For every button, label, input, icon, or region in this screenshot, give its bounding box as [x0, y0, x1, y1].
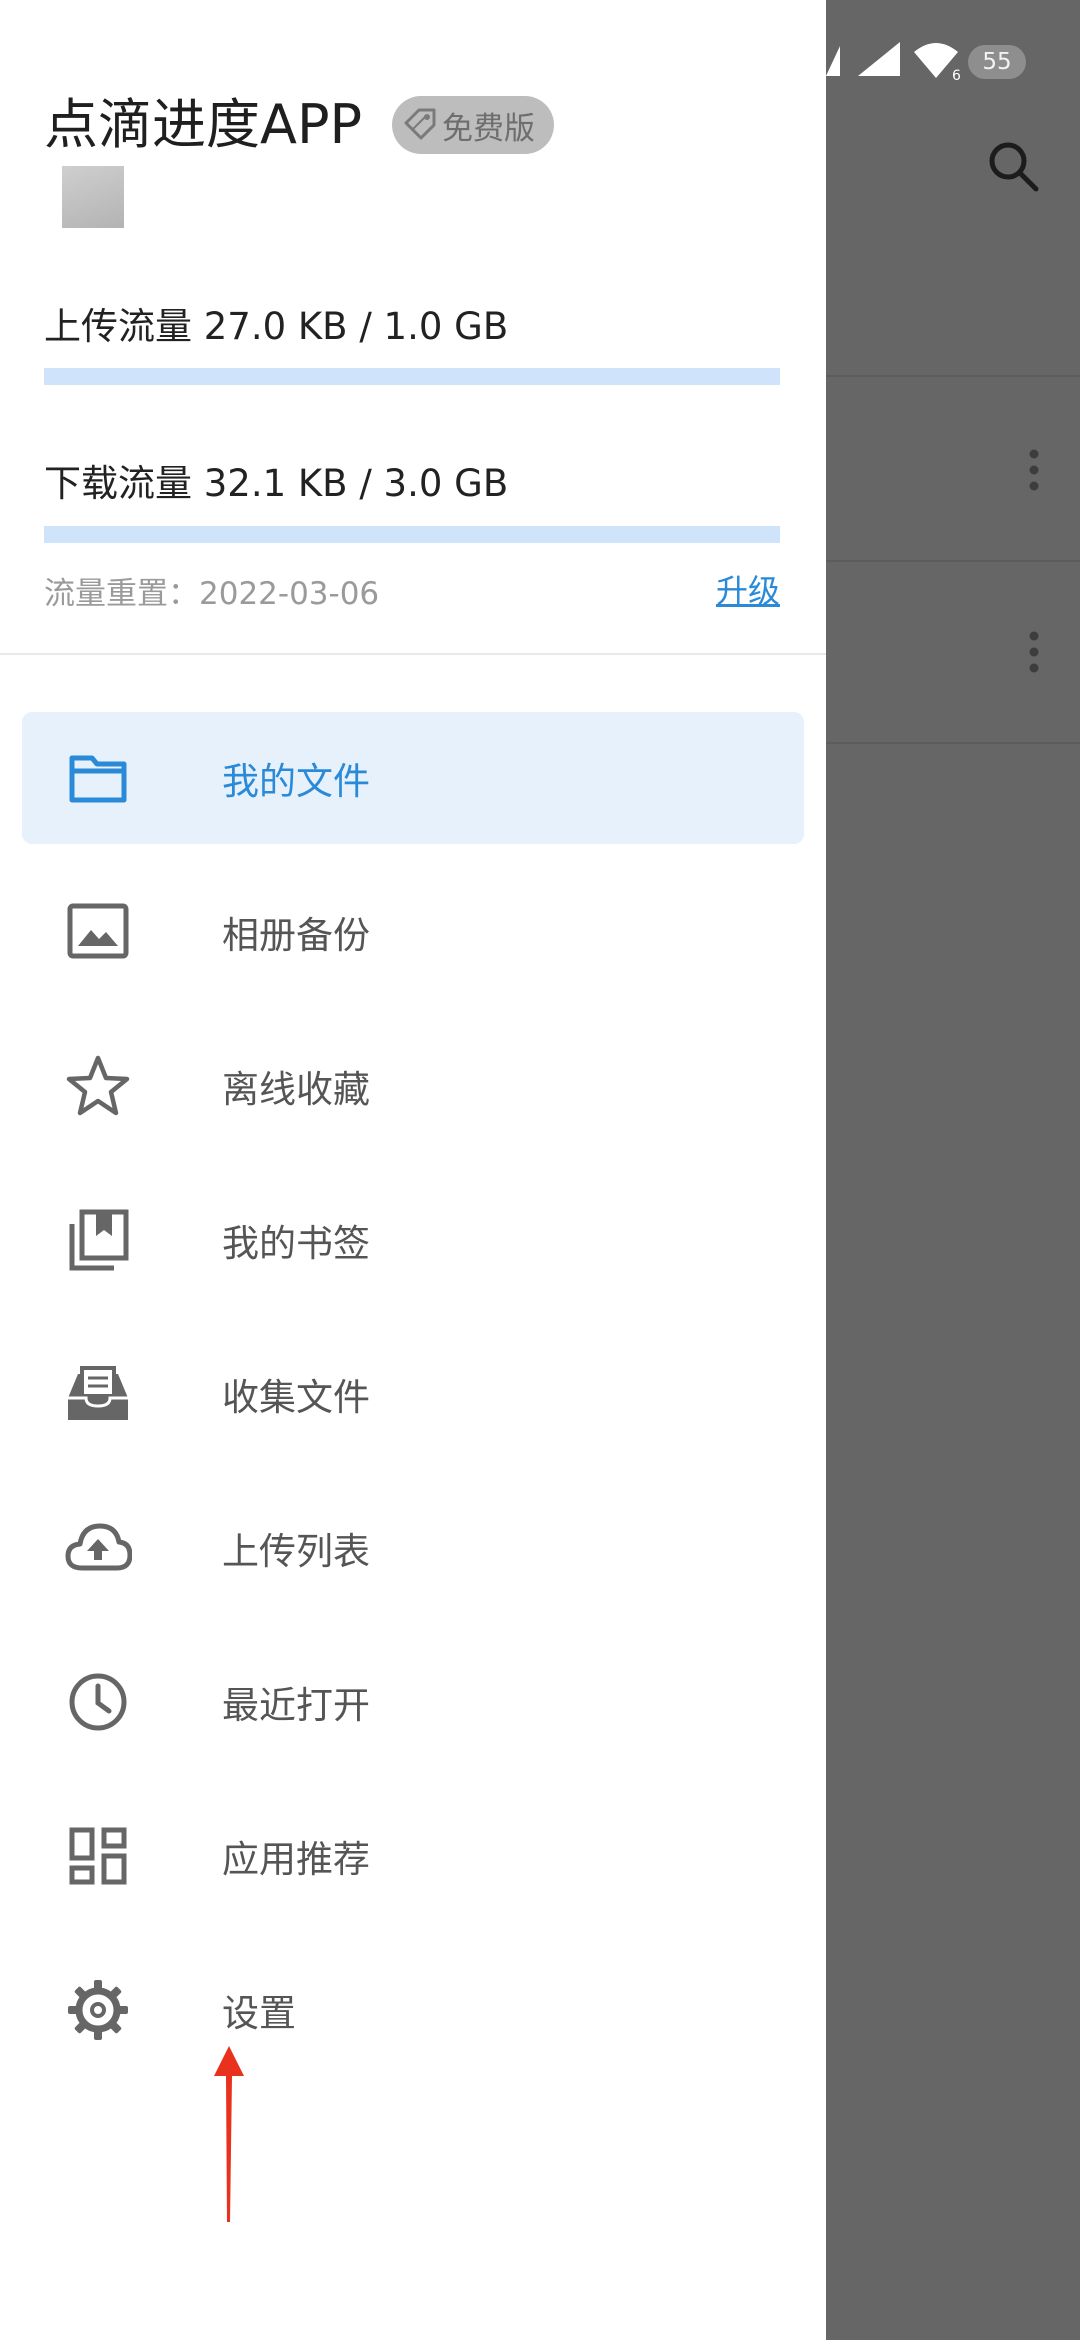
menu-item-offline-favorites[interactable]: 离线收藏	[22, 1020, 804, 1152]
plan-badge-label: 免费版	[442, 110, 535, 147]
image-icon	[67, 903, 129, 959]
star-icon	[66, 1055, 130, 1116]
navigation-drawer: 点滴进度APP 免费版 上传流量 27.0 KB / 1.0 GB 下载流量 3…	[0, 0, 826, 2340]
menu-item-label: 我的文件	[222, 760, 370, 803]
plan-badge[interactable]: 免费版	[392, 96, 554, 154]
more-vertical-icon[interactable]	[1022, 448, 1046, 492]
download-quota-label: 下载流量 32.1 KB / 3.0 GB	[44, 462, 509, 505]
clock-icon	[69, 1673, 127, 1731]
menu-item-album-backup[interactable]: 相册备份	[22, 866, 804, 998]
background-divider	[826, 560, 1080, 562]
avatar[interactable]	[62, 166, 124, 228]
annotation-arrow	[214, 2046, 244, 2222]
signal-icon	[858, 42, 900, 76]
background-divider	[826, 742, 1080, 744]
menu-item-label: 我的书签	[222, 1222, 370, 1265]
menu-item-label: 设置	[222, 1992, 296, 2035]
menu-item-app-recommendations[interactable]: 应用推荐	[22, 1790, 804, 1922]
menu-item-label: 收集文件	[222, 1376, 370, 1419]
menu-item-label: 上传列表	[222, 1530, 370, 1573]
menu-item-upload-list[interactable]: 上传列表	[22, 1482, 804, 1614]
divider	[0, 653, 826, 655]
tag-icon	[404, 108, 436, 140]
inbox-icon	[68, 1366, 128, 1420]
search-icon[interactable]	[985, 138, 1041, 194]
upgrade-link[interactable]: 升级	[716, 566, 780, 612]
cloud-upload-icon	[65, 1523, 132, 1571]
bookmarks-icon	[69, 1209, 129, 1271]
dashboard-icon	[69, 1827, 127, 1885]
screen: 6 55 点滴进度APP 免费版 上传流量 27.0 KB / 1.0 GB 下…	[0, 0, 1080, 2340]
wifi-icon: 6	[914, 43, 961, 82]
menu-item-label: 相册备份	[222, 914, 370, 957]
app-title: 点滴进度APP	[44, 93, 363, 156]
download-quota-bar	[44, 526, 780, 543]
quota-reset-date: 流量重置：2022-03-06	[44, 576, 380, 612]
menu-item-label: 应用推荐	[222, 1838, 370, 1881]
signal-icon	[826, 46, 840, 76]
menu-item-collect-files[interactable]: 收集文件	[22, 1328, 804, 1460]
more-vertical-icon[interactable]	[1022, 630, 1046, 674]
menu-item-label: 离线收藏	[222, 1068, 370, 1111]
menu-item-my-files[interactable]: 我的文件	[22, 712, 804, 844]
menu-item-my-bookmarks[interactable]: 我的书签	[22, 1174, 804, 1306]
background-divider	[826, 375, 1080, 377]
menu-item-recently-opened[interactable]: 最近打开	[22, 1636, 804, 1768]
gear-icon	[68, 1980, 128, 2040]
svg-text:6: 6	[952, 68, 961, 82]
menu-item-label: 最近打开	[222, 1684, 370, 1727]
battery-indicator: 55	[968, 45, 1026, 79]
menu-item-settings[interactable]: 设置	[22, 1944, 804, 2076]
folder-icon	[69, 755, 127, 803]
upload-quota-bar	[44, 368, 780, 385]
upload-quota-label: 上传流量 27.0 KB / 1.0 GB	[44, 305, 509, 348]
